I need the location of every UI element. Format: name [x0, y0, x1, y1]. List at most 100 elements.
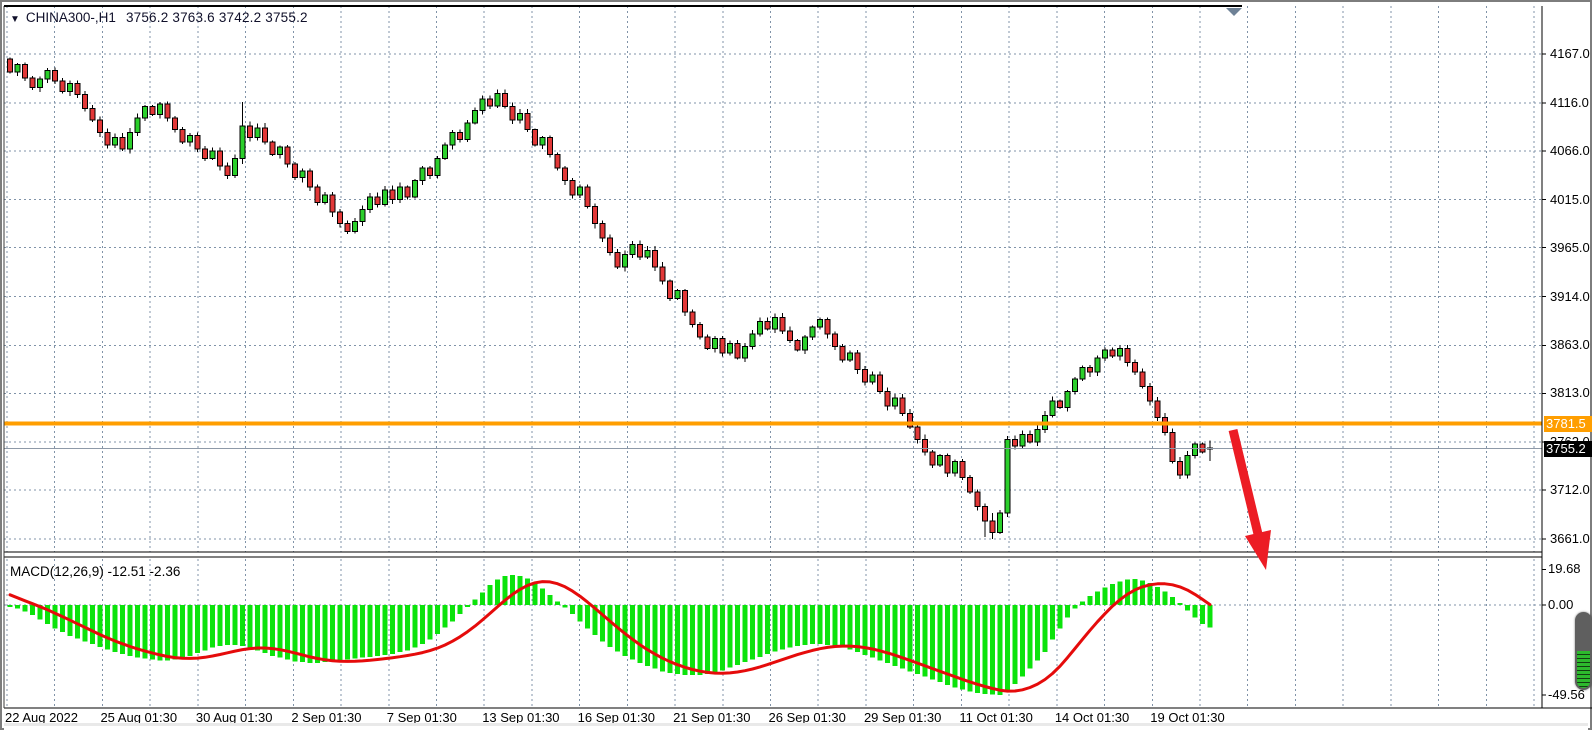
macd-histogram-bar	[1208, 605, 1213, 628]
candle-body	[1133, 363, 1138, 373]
candle-body	[885, 391, 890, 405]
macd-histogram-bar	[750, 605, 755, 659]
price-tick-label: 3965.0	[1550, 240, 1590, 256]
macd-histogram-bar	[795, 605, 800, 646]
candle-body	[765, 321, 770, 329]
candle-body	[30, 78, 35, 88]
candle-body	[1050, 401, 1055, 415]
hline-price-badge: 3781.5	[1544, 416, 1592, 432]
ohlc-values: 3756.2 3763.6 3742.2 3755.2	[126, 10, 308, 25]
macd-histogram-bar	[960, 605, 965, 689]
macd-histogram-bar	[15, 605, 20, 609]
candle-body	[315, 187, 320, 202]
macd-histogram-bar	[525, 579, 530, 605]
macd-histogram-bar	[990, 605, 995, 695]
macd-histogram-bar	[1163, 591, 1168, 605]
candle-body	[1013, 439, 1018, 446]
candle-body	[630, 245, 635, 255]
candle-body	[945, 456, 950, 473]
macd-histogram-bar	[315, 605, 320, 663]
candle-body	[75, 84, 80, 95]
price-tick-label: 4066.0	[1550, 143, 1590, 159]
price-tick-label: 4167.0	[1550, 46, 1590, 62]
macd-histogram-bar	[480, 592, 485, 605]
macd-histogram-bar	[248, 605, 253, 649]
candle-body	[878, 375, 883, 391]
candle-body	[450, 133, 455, 145]
macd-histogram-bar	[383, 605, 388, 655]
candle-body	[390, 190, 395, 200]
candle-body	[1193, 444, 1198, 456]
macd-histogram-bar	[570, 605, 575, 614]
candle-body	[180, 130, 185, 142]
macd-histogram-bar	[1170, 597, 1175, 605]
candle-body	[165, 104, 170, 118]
macd-histogram-bar	[968, 605, 973, 691]
candle-body	[975, 492, 980, 506]
candle-body	[233, 158, 238, 175]
macd-histogram-bar	[840, 605, 845, 648]
candle-body	[540, 137, 545, 145]
macd-histogram-bar	[233, 605, 238, 645]
macd-histogram-bar	[473, 600, 478, 605]
candle-body	[1095, 358, 1100, 372]
candle-body	[420, 168, 425, 180]
candle-body	[375, 197, 380, 205]
macd-histogram-bar	[540, 589, 545, 605]
candle-body	[285, 147, 290, 164]
macd-histogram-bar	[105, 605, 110, 649]
macd-histogram-bar	[773, 605, 778, 651]
macd-histogram-bar	[548, 595, 553, 605]
macd-histogram-bar	[428, 605, 433, 640]
candle-body	[863, 369, 868, 381]
macd-histogram-bar	[833, 605, 838, 646]
macd-histogram-bar	[255, 605, 260, 650]
candle-body	[668, 281, 673, 298]
trend-arrow-head	[1245, 530, 1271, 570]
macd-histogram-bar	[788, 605, 793, 648]
candle-body	[345, 224, 350, 232]
candle-body	[195, 135, 200, 148]
scroll-indicator-widget[interactable]	[1575, 612, 1592, 690]
candle-body	[585, 187, 590, 206]
candle-body	[443, 145, 448, 158]
candle-body	[368, 197, 373, 209]
price-tick-label: 4116.0	[1550, 95, 1589, 111]
macd-histogram-bar	[30, 605, 35, 615]
macd-histogram-bar	[1080, 601, 1085, 605]
candle-body	[38, 79, 43, 88]
macd-histogram-bar	[23, 605, 28, 611]
candle-body	[750, 334, 755, 346]
price-tick-label: 3914.0	[1550, 289, 1590, 305]
macd-histogram-bar	[338, 605, 343, 660]
candle-body	[270, 142, 275, 154]
macd-histogram-bar	[810, 605, 815, 644]
macd-histogram-bar	[263, 605, 268, 653]
candle-body	[210, 151, 215, 159]
symbol-dropdown-icon[interactable]: ▼	[10, 14, 20, 25]
candle-body	[968, 478, 973, 492]
price-tick-label: 4015.0	[1550, 192, 1590, 208]
candle-body	[1148, 387, 1153, 401]
candle-body	[1125, 348, 1130, 362]
candle-body	[248, 126, 253, 138]
candle-body	[465, 123, 470, 139]
candle-body	[143, 107, 148, 119]
candle-body	[720, 339, 725, 353]
candle-body	[398, 187, 403, 199]
price-tick-label: 3661.0	[1550, 531, 1590, 547]
candle-body	[480, 99, 485, 111]
macd-histogram-bar	[683, 605, 688, 675]
candle-body	[1005, 439, 1010, 513]
candle-body	[218, 151, 223, 166]
candle-body	[1140, 372, 1145, 386]
macd-histogram-bar	[53, 605, 58, 629]
scroll-indicator-stripes	[1577, 651, 1590, 688]
candle-body	[120, 137, 125, 149]
candle-body	[503, 93, 508, 106]
candle-body	[600, 224, 605, 238]
chart-canvas[interactable]	[2, 2, 1592, 732]
candle-body	[1020, 435, 1025, 447]
macd-histogram-bar	[1178, 603, 1183, 605]
candle-body	[1185, 456, 1190, 475]
